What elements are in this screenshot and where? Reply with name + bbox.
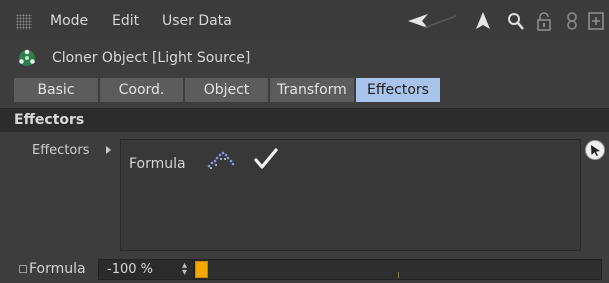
slider-center-tick [398, 272, 399, 278]
slider-handle[interactable] [195, 261, 208, 278]
pick-effector-button[interactable] [585, 140, 605, 160]
tab-transform[interactable]: Transform [270, 78, 354, 102]
formula-param-label: Formula [29, 261, 86, 277]
menu-edit[interactable]: Edit [112, 13, 139, 29]
effectors-label: Effectors [32, 143, 90, 158]
formula-strength-row: Formula -100 % ▴ ▾ [0, 257, 609, 283]
arrow-cursor-icon [591, 145, 600, 156]
attribute-manager-panel: Mode Edit User Data Cloner Object [Light… [0, 0, 609, 283]
tab-label: Effectors [367, 82, 429, 98]
tab-label: Object [203, 82, 250, 98]
menu-bar: Mode Edit User Data [0, 0, 609, 42]
object-title: Cloner Object [Light Source] [52, 50, 251, 66]
section-header: Effectors [0, 108, 609, 132]
formula-value[interactable]: -100 % [107, 262, 153, 277]
formula-slider[interactable] [194, 259, 602, 280]
menu-user-data[interactable]: User Data [162, 13, 232, 29]
object-title-row: Cloner Object [Light Source] [0, 42, 609, 74]
keyframe-toggle-icon[interactable] [19, 265, 27, 273]
tab-coord[interactable]: Coord. [100, 78, 183, 102]
formula-wave-icon [207, 149, 235, 171]
effector-name[interactable]: Formula [129, 156, 186, 172]
link-icon[interactable] [561, 9, 583, 33]
enabled-check-icon[interactable] [254, 148, 278, 170]
formula-value-field[interactable]: -100 % [98, 259, 194, 280]
tab-label: Coord. [118, 82, 165, 98]
value-stepper-icon[interactable]: ▴ ▾ [182, 261, 187, 278]
tab-label: Basic [37, 82, 75, 98]
panel-grip-icon[interactable] [16, 14, 32, 30]
cloner-icon [18, 49, 36, 67]
tab-label: Transform [277, 82, 347, 98]
search-icon[interactable] [505, 9, 527, 33]
tab-basic[interactable]: Basic [14, 78, 98, 102]
expand-arrow-icon[interactable] [106, 146, 111, 154]
attribute-tabs: Basic Coord. Object Transform Effectors [14, 78, 442, 102]
back-arrow-icon[interactable] [406, 9, 462, 33]
new-panel-icon[interactable] [585, 9, 607, 33]
lock-icon[interactable] [533, 9, 555, 33]
section-title: Effectors [14, 112, 85, 128]
menu-mode[interactable]: Mode [50, 13, 88, 29]
tab-object[interactable]: Object [185, 78, 268, 102]
up-arrow-icon[interactable] [472, 9, 494, 33]
effectors-list[interactable]: Formula [120, 139, 581, 251]
tab-effectors[interactable]: Effectors [356, 78, 440, 102]
